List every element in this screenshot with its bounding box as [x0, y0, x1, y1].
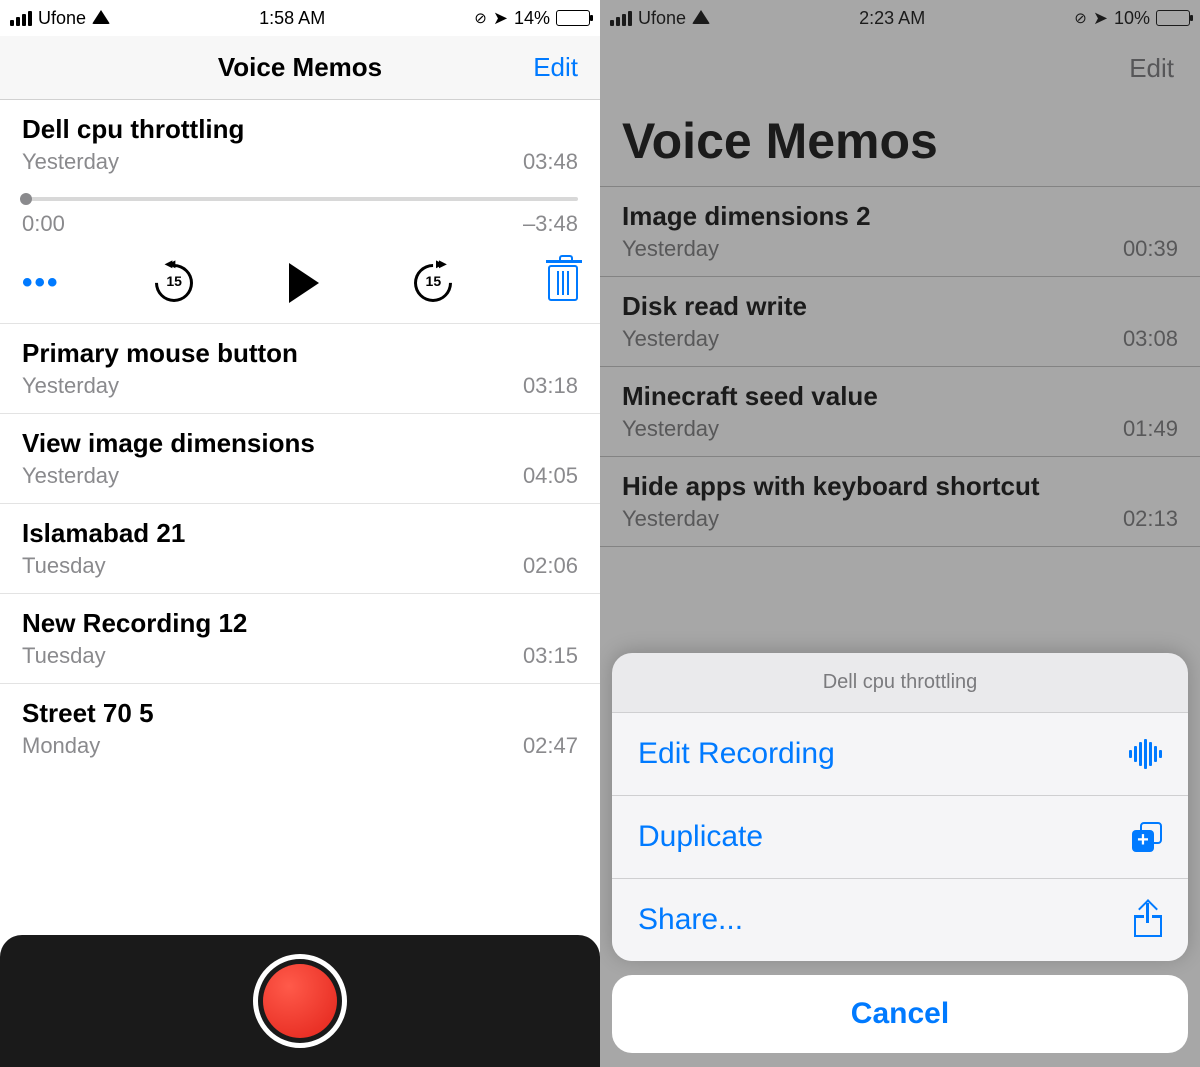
delete-button[interactable] [548, 265, 578, 301]
memo-title: Dell cpu throttling [22, 114, 578, 145]
waveform-icon [1129, 739, 1162, 769]
record-bar [0, 935, 600, 1067]
share-option[interactable]: Share... [612, 879, 1188, 961]
share-icon [1134, 903, 1162, 937]
signal-icon [10, 11, 32, 26]
option-label: Edit Recording [638, 737, 835, 771]
memo-title: Islamabad 21 [22, 518, 578, 549]
battery-percent: 14% [514, 8, 550, 29]
option-label: Duplicate [638, 820, 763, 854]
more-button[interactable]: ••• [22, 266, 60, 300]
memo-date: Yesterday [22, 149, 119, 175]
navbar-title: Voice Memos [218, 52, 382, 83]
memo-duration: 03:48 [523, 149, 578, 175]
edit-button[interactable]: Edit [533, 52, 578, 83]
elapsed-time: 0:00 [22, 211, 65, 237]
carrier-label: Ufone [38, 8, 86, 29]
memo-list[interactable]: Dell cpu throttling Yesterday 03:48 0:00… [0, 100, 600, 1067]
left-screenshot: Ufone 1:58 AM ⊘ ➤ 14% Voice Memos Edit D… [0, 0, 600, 1067]
wifi-icon [92, 8, 110, 29]
memo-duration: 02:06 [523, 553, 578, 579]
play-button[interactable] [289, 263, 319, 303]
scrubber-thumb[interactable] [20, 193, 32, 205]
status-clock: 1:58 AM [259, 8, 325, 29]
skip-forward-15-button[interactable]: ▸▸ 15 [414, 264, 452, 302]
memo-title: Street 70 5 [22, 698, 578, 729]
memo-title: Primary mouse button [22, 338, 578, 369]
memo-duration: 04:05 [523, 463, 578, 489]
scrubber[interactable] [22, 197, 578, 201]
memo-row-expanded[interactable]: Dell cpu throttling Yesterday 03:48 0:00… [0, 100, 600, 324]
memo-row[interactable]: Primary mouse button Yesterday 03:18 [0, 324, 600, 414]
memo-duration: 02:47 [523, 733, 578, 759]
remaining-time: –3:48 [523, 211, 578, 237]
memo-row[interactable]: Islamabad 21 Tuesday 02:06 [0, 504, 600, 594]
memo-row[interactable]: View image dimensions Yesterday 04:05 [0, 414, 600, 504]
right-screenshot: Ufone 2:23 AM ⊘ ➤ 10% Edit Voice Memos I… [600, 0, 1200, 1067]
memo-row[interactable]: New Recording 12 Tuesday 03:15 [0, 594, 600, 684]
memo-row[interactable]: Street 70 5 Monday 02:47 [0, 684, 600, 773]
action-sheet-title: Dell cpu throttling [612, 653, 1188, 713]
edit-recording-option[interactable]: Edit Recording [612, 713, 1188, 796]
duplicate-option[interactable]: Duplicate + [612, 796, 1188, 879]
skip-back-15-button[interactable]: ◂◂ 15 [155, 264, 193, 302]
action-sheet: Dell cpu throttling Edit Recording Dupli… [600, 653, 1200, 1067]
memo-date: Tuesday [22, 553, 106, 579]
record-button[interactable] [253, 954, 347, 1048]
status-bar: Ufone 1:58 AM ⊘ ➤ 14% [0, 0, 600, 36]
memo-date: Yesterday [22, 373, 119, 399]
cancel-button[interactable]: Cancel [612, 975, 1188, 1053]
memo-duration: 03:18 [523, 373, 578, 399]
battery-icon [556, 10, 590, 26]
duplicate-icon: + [1132, 822, 1162, 852]
memo-date: Yesterday [22, 463, 119, 489]
navbar: Voice Memos Edit [0, 36, 600, 100]
option-label: Share... [638, 903, 743, 937]
memo-duration: 03:15 [523, 643, 578, 669]
location-icon: ➤ [493, 8, 508, 29]
memo-date: Tuesday [22, 643, 106, 669]
memo-date: Monday [22, 733, 100, 759]
memo-title: View image dimensions [22, 428, 578, 459]
rotation-lock-icon: ⊘ [474, 9, 487, 27]
memo-title: New Recording 12 [22, 608, 578, 639]
